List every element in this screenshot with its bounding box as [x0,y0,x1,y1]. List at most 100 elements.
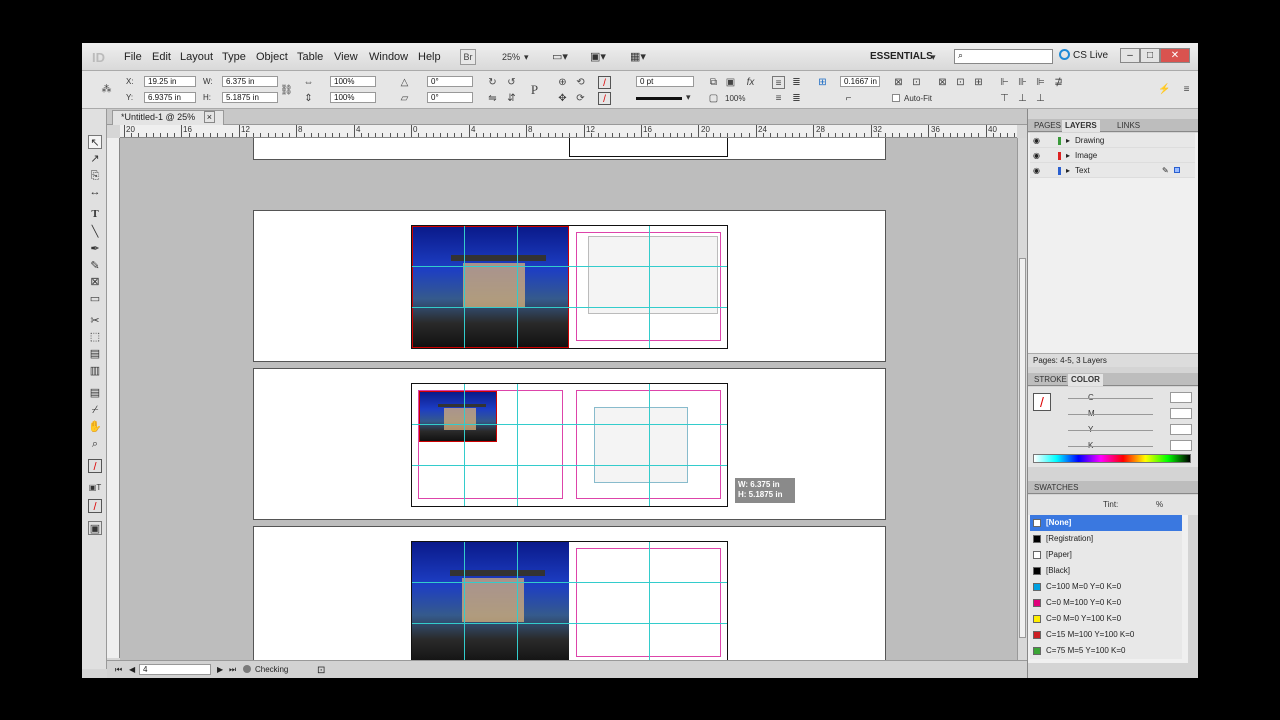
free-transform-tool-icon[interactable]: ⬚ [88,330,102,344]
shear-field[interactable]: 0° [427,92,473,103]
hand-tool-icon[interactable]: ✋ [88,420,102,434]
zoom-tool-icon[interactable]: ⌕ [88,437,102,451]
expand-icon[interactable]: ▸ [1066,163,1070,178]
eye-icon[interactable]: ◉ [1033,148,1040,163]
rotate-field[interactable]: 0° [427,76,473,87]
menu-layout[interactable]: Layout [180,51,213,63]
corner-options-icon[interactable]: ⌐ [842,92,855,105]
rotate-ccw-icon[interactable]: ↺ [505,76,518,89]
first-page-icon[interactable]: ⏮ [115,665,122,675]
close-icon[interactable]: × [203,111,215,123]
swatch-row[interactable]: C=0 M=100 Y=0 K=0 [1030,595,1182,611]
minimize-button[interactable]: – [1120,48,1140,63]
menu-edit[interactable]: Edit [152,51,171,63]
m-field[interactable] [1170,408,1192,419]
align-objects-left-icon[interactable]: ⊩ [998,76,1011,89]
select-content-icon[interactable]: ✥ [556,92,569,105]
direct-selection-tool-icon[interactable]: ↗ [88,152,102,166]
chevron-down-icon[interactable]: ▾ [524,52,529,63]
opacity-value[interactable]: 100% [725,94,745,103]
swatch-row[interactable]: [Black] [1030,563,1182,579]
maximize-button[interactable]: □ [1140,48,1160,63]
stroke-swatch-icon[interactable]: / [1033,393,1051,411]
floor-plan-drawing[interactable] [594,407,688,483]
last-page-icon[interactable]: ⏭ [229,665,236,675]
quick-apply-icon[interactable]: ⚡ [1158,83,1171,96]
spread-3[interactable] [253,526,886,660]
align-bottom-icon[interactable]: ≣ [790,92,803,105]
gradient-feather-tool-icon[interactable]: ▥ [88,364,102,378]
chevron-down-icon[interactable]: ▾ [686,92,691,103]
swatch-row[interactable]: C=75 M=5 Y=100 K=0 [1030,643,1182,659]
autofit-checkbox[interactable] [892,94,900,102]
center-content-icon[interactable]: ⊡ [954,76,967,89]
swatch-row[interactable]: [Registration] [1030,531,1182,547]
scissors-tool-icon[interactable]: ✂ [88,314,102,328]
fill-frame-icon[interactable]: ⊠ [936,76,949,89]
drop-shadow-icon[interactable]: ⧉ [707,76,720,89]
cs-live-icon[interactable] [1059,49,1070,60]
x-field[interactable]: 19.25 in [144,76,196,87]
page-tool-icon[interactable]: ⎘ [88,169,102,183]
expand-icon[interactable]: ▸ [1066,133,1070,148]
close-button[interactable]: ✕ [1160,48,1190,63]
page-number-field[interactable]: 4 [139,664,211,675]
next-page-icon[interactable]: ▶ [217,665,223,674]
workspace-switcher[interactable]: ESSENTIALS [870,51,933,62]
eyedropper-tool-icon[interactable]: ⌿ [88,403,102,417]
m-slider[interactable] [1068,414,1153,415]
tab-layers[interactable]: LAYERS [1062,120,1100,132]
vertical-scrollbar[interactable] [1017,138,1027,660]
zoom-level[interactable]: 25% [502,52,520,62]
fit-frame-icon[interactable]: ⊡ [910,76,923,89]
gradient-tool-icon[interactable]: ▤ [88,347,102,361]
align-top-icon[interactable]: ≡ [772,92,785,105]
fx-icon[interactable]: fx [744,76,757,89]
fill-none-icon[interactable]: / [598,76,611,89]
flip-vertical-icon[interactable]: ⇵ [505,92,518,105]
layer-row[interactable]: ◉ ▸ Drawing [1030,133,1195,148]
rectangle-frame-tool-icon[interactable]: ⊠ [88,275,102,289]
selection-tool-icon[interactable]: ↖ [88,135,102,149]
effects-icon[interactable]: ▣ [724,76,737,89]
preflight-menu-icon[interactable]: ⊡ [317,665,325,676]
frame-fitting-icon[interactable]: ⊞ [816,76,829,89]
fill-stroke-swatch-icon[interactable]: / [88,459,102,473]
align-objects-middle-icon[interactable]: ⊥ [1016,92,1029,105]
distribute-icon[interactable]: ⋣ [1052,76,1065,89]
constrain-proportions-icon[interactable]: ⛓ [280,84,293,97]
tab-swatches[interactable]: SWATCHES [1031,482,1081,494]
align-objects-center-icon[interactable]: ⊪ [1016,76,1029,89]
document-tab[interactable]: *Untitled-1 @ 25% × [112,110,224,125]
color-spectrum[interactable] [1033,454,1191,463]
scroll-thumb[interactable] [1019,258,1026,638]
stroke-type-icon[interactable] [636,97,682,100]
swatch-row[interactable]: C=15 M=100 Y=100 K=0 [1030,627,1182,643]
stroke-none-icon[interactable]: / [598,92,611,105]
line-tool-icon[interactable]: ╲ [88,225,102,239]
layer-row[interactable]: ◉ ▸ Image [1030,148,1195,163]
reference-point-icon[interactable]: ⁂ [100,83,113,96]
swatch-row[interactable]: C=100 M=0 Y=0 K=0 [1030,579,1182,595]
tab-color[interactable]: COLOR [1068,374,1103,386]
gap-tool-icon[interactable]: ↔ [88,185,102,199]
house-photo[interactable] [412,542,569,660]
y-field[interactable] [1170,424,1192,435]
menu-help[interactable]: Help [418,51,441,63]
eye-icon[interactable]: ◉ [1033,163,1040,178]
tab-pages[interactable]: PAGES [1031,120,1064,132]
menu-window[interactable]: Window [369,51,408,63]
select-container-icon[interactable]: ⊕ [556,76,569,89]
tab-links[interactable]: LINKS [1114,120,1143,132]
text-direction-icon[interactable]: P [528,83,541,96]
menu-view[interactable]: View [334,51,358,63]
flip-horizontal-icon[interactable]: ⇋ [486,92,499,105]
panel-menu-icon[interactable]: ≡ [1180,83,1193,96]
arrange-documents-icon[interactable]: ▦▾ [630,50,646,63]
menu-file[interactable]: File [124,51,142,63]
k-slider[interactable] [1068,446,1153,447]
prev-page-icon[interactable]: ◀ [129,665,135,674]
c-field[interactable] [1170,392,1192,403]
eye-icon[interactable]: ◉ [1033,133,1040,148]
bridge-button[interactable]: Br [460,49,476,65]
